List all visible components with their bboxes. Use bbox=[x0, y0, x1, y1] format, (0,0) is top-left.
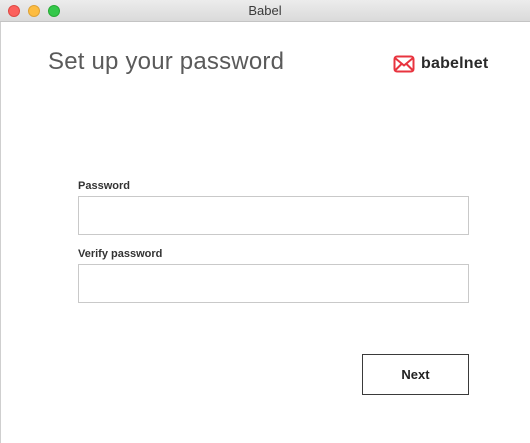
app-window: Babel Set up your password babelnet Pass… bbox=[0, 0, 530, 443]
verify-password-input[interactable] bbox=[78, 264, 469, 303]
window-title: Babel bbox=[248, 3, 282, 18]
brand-name: babelnet bbox=[421, 55, 489, 72]
password-label: Password bbox=[78, 180, 130, 192]
password-input[interactable] bbox=[78, 196, 469, 235]
page-title: Set up your password bbox=[48, 48, 285, 75]
next-button[interactable]: Next bbox=[362, 354, 469, 395]
window-titlebar[interactable]: Babel bbox=[0, 0, 530, 22]
envelope-logo-icon bbox=[393, 54, 415, 74]
window-edge bbox=[0, 22, 1, 443]
verify-password-label: Verify password bbox=[78, 248, 163, 260]
brand-logo: babelnet bbox=[393, 52, 488, 76]
